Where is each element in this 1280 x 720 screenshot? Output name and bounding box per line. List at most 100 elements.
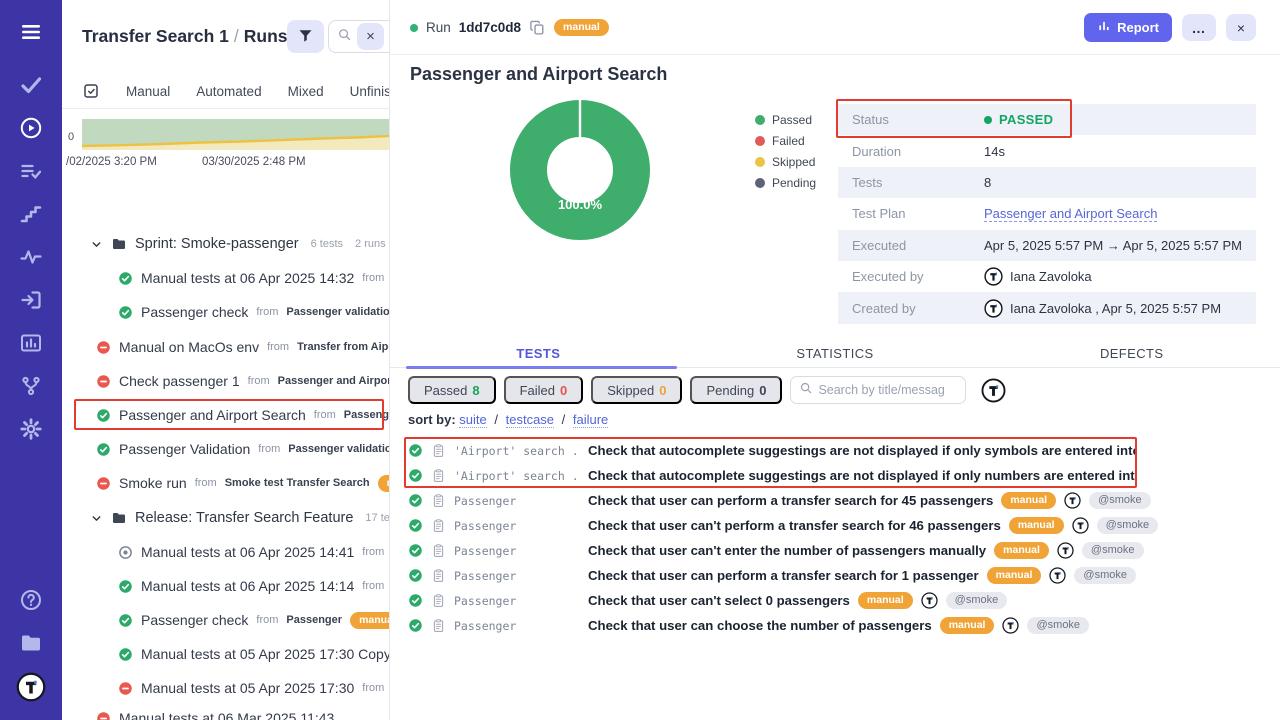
test-plan-link[interactable]: Passenger and Airport Search: [984, 206, 1157, 222]
tests-search-input[interactable]: [818, 383, 959, 397]
sort-by-suite-link[interactable]: suite: [459, 412, 486, 428]
test-row[interactable]: PassengerCheck that user can't enter the…: [408, 538, 1280, 563]
test-title[interactable]: Check that user can choose the number of…: [588, 618, 932, 633]
tree-run-from: from: [258, 443, 280, 455]
tree-run-label: Manual tests at 06 Apr 2025 14:41: [141, 544, 354, 560]
close-run-button[interactable]: ×: [1226, 14, 1256, 41]
play-circle-icon[interactable]: [19, 116, 43, 140]
test-row[interactable]: PassengerCheck that user can perform a t…: [408, 488, 1280, 513]
sort-by-testcase-link[interactable]: testcase: [506, 412, 554, 428]
detail-label: Executed by: [838, 269, 984, 284]
smoke-tag[interactable]: @smoke: [1082, 542, 1144, 559]
test-row[interactable]: PassengerCheck that user can't perform a…: [408, 513, 1280, 538]
menu-icon[interactable]: [19, 20, 43, 44]
branch-icon[interactable]: [19, 374, 43, 398]
tab-statistics[interactable]: STATISTICS: [687, 339, 984, 367]
legend-label: Skipped: [772, 155, 815, 169]
filter-passed-button[interactable]: Passed8: [408, 376, 496, 404]
runs-tab-unfinished[interactable]: Unfinished: [350, 84, 390, 99]
sort-by-failure-link[interactable]: failure: [573, 412, 608, 428]
chevron-down-icon[interactable]: [90, 238, 103, 251]
tree-run-item[interactable]: Manual tests at 06 Apr 2025 14:14fromPas…: [62, 573, 390, 599]
test-title[interactable]: Check that user can't select 0 passenger…: [588, 593, 850, 608]
tree-run-label: Check passenger 1: [119, 373, 240, 389]
filter-button[interactable]: [287, 20, 324, 53]
tree-run-item[interactable]: Manual tests at 06 Apr 2025 14:32fromPas…: [62, 265, 390, 291]
legend-dot: [755, 157, 765, 167]
test-title[interactable]: Check that autocomplete suggestings are …: [588, 468, 1137, 483]
runs-tab-manual[interactable]: Manual: [126, 84, 170, 99]
runs-tab-mixed[interactable]: Mixed: [288, 84, 324, 99]
user-avatar-icon[interactable]: [981, 378, 1006, 403]
logo-icon[interactable]: [16, 672, 46, 702]
tree-run-item[interactable]: Passenger checkfromPassengermanual6: [62, 607, 390, 633]
detail-value: Passenger and Airport Search: [984, 206, 1157, 222]
chart-x-tick-1: /02/2025 3:20 PM: [66, 156, 157, 168]
more-button[interactable]: …: [1182, 14, 1216, 41]
tree-run-item[interactable]: Passenger checkfromPassenger validationm…: [62, 299, 390, 325]
tree-folder-item[interactable]: Release: Transfer Search Feature17 tests…: [62, 505, 390, 531]
tab-tests[interactable]: TESTS: [390, 339, 687, 367]
smoke-tag[interactable]: @smoke: [946, 592, 1008, 609]
tree-run-item[interactable]: Manual tests at 05 Apr 2025 17:30 Copy: [62, 641, 390, 667]
tree-folder-meta: 2 runs: [355, 238, 386, 250]
activity-icon[interactable]: [19, 245, 43, 269]
test-title[interactable]: Check that user can't enter the number o…: [588, 543, 986, 558]
smoke-tag[interactable]: @smoke: [1027, 617, 1089, 634]
test-row[interactable]: 'Airport' search ...Check that autocompl…: [408, 463, 1137, 488]
test-row[interactable]: 'Airport' search ...Check that autocompl…: [408, 438, 1137, 463]
smoke-tag[interactable]: @smoke: [1097, 517, 1159, 534]
breadcrumb-page[interactable]: Runs: [244, 26, 288, 46]
tree-run-item[interactable]: Manual tests at 05 Apr 2025 17:30fromTra…: [62, 675, 390, 701]
steps-icon[interactable]: [19, 202, 43, 226]
test-title[interactable]: Check that user can't perform a transfer…: [588, 518, 1001, 533]
testcase-icon: [431, 468, 446, 483]
funnel-icon: [297, 27, 314, 47]
legend-dot: [755, 136, 765, 146]
tests-search-box[interactable]: [790, 376, 966, 404]
tab-defects[interactable]: DEFECTS: [983, 339, 1280, 367]
test-title[interactable]: Check that autocomplete suggestings are …: [588, 443, 1137, 458]
check-icon[interactable]: [19, 73, 43, 97]
folder-icon[interactable]: [19, 631, 43, 655]
smoke-tag[interactable]: @smoke: [1089, 492, 1151, 509]
chevron-down-icon[interactable]: [90, 512, 103, 525]
select-all-icon[interactable]: [82, 82, 100, 100]
tree-run-item[interactable]: Passenger and Airport SearchfromPassenge…: [62, 402, 390, 428]
breadcrumb-project[interactable]: Transfer Search 1: [82, 26, 229, 46]
test-row[interactable]: PassengerCheck that user can't select 0 …: [408, 588, 1280, 613]
filter-skipped-button[interactable]: Skipped0: [591, 376, 682, 404]
tree-run-item[interactable]: Manual tests at 06 Apr 2025 14:41fromTra…: [62, 539, 390, 565]
filter-failed-button[interactable]: Failed0: [504, 376, 584, 404]
tree-run-item[interactable]: Smoke runfromSmoke test Transfer Searchm…: [62, 470, 390, 496]
list-check-icon[interactable]: [19, 159, 43, 183]
test-row[interactable]: Passenger Check that user can perform a t…: [408, 563, 1280, 588]
tree-run-item[interactable]: Check passenger 1fromPassenger and Airpo…: [62, 368, 390, 394]
report-button[interactable]: Report: [1084, 13, 1172, 42]
test-row[interactable]: PassengerCheck that user can choose the …: [408, 613, 1280, 638]
test-title[interactable]: Check that user can perform a transfer s…: [588, 568, 979, 583]
folder-icon: [111, 236, 127, 252]
bar-chart-icon[interactable]: [19, 331, 43, 355]
run-label: Run: [426, 20, 451, 35]
tree-run-item[interactable]: Manual tests at 06 Mar 2025 11:43: [62, 705, 390, 720]
tree-run-item[interactable]: Manual on MacOs envfromTransfer from Aip…: [62, 334, 390, 360]
help-icon[interactable]: [19, 588, 43, 612]
sort-separator: /: [487, 412, 506, 427]
folder-icon: [111, 510, 127, 526]
gear-icon[interactable]: [19, 417, 43, 441]
tree-folder-item[interactable]: Sprint: Smoke-passenger6 tests2 runs: [62, 231, 390, 257]
runs-tab-automated[interactable]: Automated: [196, 84, 261, 99]
copy-icon[interactable]: [529, 19, 546, 36]
tree-run-source: Transfer from Aiport: [297, 341, 390, 353]
smoke-tag[interactable]: @smoke: [1074, 567, 1136, 584]
test-suite-name: Passenger: [454, 569, 580, 583]
filter-pending-button[interactable]: Pending0: [690, 376, 782, 404]
search-close-button[interactable]: ×: [357, 23, 384, 50]
passed-icon: [118, 271, 133, 286]
sign-in-icon[interactable]: [19, 288, 43, 312]
tree-run-item[interactable]: Passenger ValidationfromPassenger valida…: [62, 436, 390, 462]
run-meta: Run 1dd7c0d8 manual: [410, 0, 609, 55]
test-title[interactable]: Check that user can perform a transfer s…: [588, 493, 993, 508]
legend-item-passed: Passed: [755, 113, 816, 127]
